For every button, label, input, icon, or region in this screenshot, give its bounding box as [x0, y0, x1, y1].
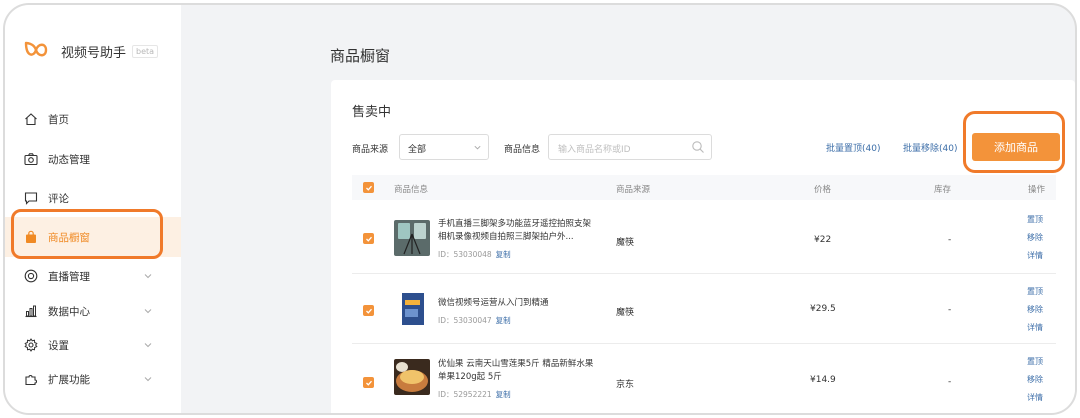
chevron-down-icon	[473, 143, 482, 152]
sidebar-item-label: 直播管理	[48, 270, 90, 283]
copy-id-link[interactable]: 复制	[496, 390, 511, 399]
sidebar-item-live[interactable]: 直播管理	[5, 256, 181, 296]
sidebar-item-label: 数据中心	[48, 305, 90, 318]
add-product-button[interactable]: 添加商品	[972, 133, 1060, 161]
pin-top-link[interactable]: 置顶	[1027, 353, 1043, 371]
sidebar-item-label: 首页	[48, 113, 69, 126]
comment-icon	[24, 191, 38, 205]
details-link[interactable]: 详情	[1027, 319, 1043, 337]
column-header-price: 价格	[814, 185, 832, 195]
sidebar-item-label: 设置	[48, 339, 69, 352]
sidebar-item-label: 扩展功能	[48, 373, 90, 386]
chevron-down-icon	[143, 340, 153, 350]
sidebar-item-comments[interactable]: 评论	[5, 178, 181, 218]
showcase-panel: 售卖中 商品来源 全部 商品信息 输入商品名称或ID 批量置顶(40) 批量移除…	[331, 80, 1075, 413]
select-all-checkbox[interactable]	[363, 182, 374, 193]
chevron-down-icon	[143, 374, 153, 384]
product-price: ¥14.9	[810, 375, 836, 385]
table-header: 商品信息 商品来源 价格 库存 操作	[352, 175, 1056, 200]
sidebar-item-label: 评论	[48, 192, 69, 205]
pin-top-link[interactable]: 置顶	[1027, 211, 1043, 229]
pin-top-link[interactable]: 置顶	[1027, 283, 1043, 301]
product-id: ID：53030047 复制	[438, 316, 511, 325]
search-icon[interactable]	[691, 140, 705, 154]
table-row: 手机直播三脚架多功能蓝牙遥控拍照支架相机录像视频自拍照三脚架拍户外... ID：…	[352, 202, 1056, 274]
batch-remove-link[interactable]: 批量移除(40)	[903, 141, 957, 154]
column-header-info: 商品信息	[394, 185, 429, 195]
product-thumbnail[interactable]	[394, 220, 430, 256]
logo-icon	[23, 39, 49, 64]
product-stock: -	[948, 305, 952, 315]
product-id: ID：52952221 复制	[438, 390, 511, 399]
sidebar-item-home[interactable]: 首页	[5, 99, 181, 139]
product-stock: -	[948, 235, 952, 245]
chevron-down-icon	[143, 271, 153, 281]
column-header-stock: 库存	[934, 185, 952, 195]
section-title: 售卖中	[352, 105, 392, 120]
table-row: 微信视频号运营从入门到精通 ID：53030047 复制 魔筷 ¥29.5 - 置…	[352, 274, 1056, 344]
product-source: 京东	[616, 380, 635, 390]
table-row: 优仙果 云南天山雪莲果5斤 精品新鲜水果单果120g起 5斤 ID：529522…	[352, 344, 1056, 413]
product-thumbnail[interactable]	[394, 359, 430, 395]
camera-icon	[24, 152, 38, 166]
search-input[interactable]: 输入商品名称或ID	[548, 134, 712, 160]
product-source: 魔筷	[616, 308, 635, 318]
app-name: 视频号助手	[61, 46, 127, 61]
copy-id-link[interactable]: 复制	[496, 250, 511, 259]
gear-icon	[24, 338, 38, 352]
product-name[interactable]: 手机直播三脚架多功能蓝牙遥控拍照支架相机录像视频自拍照三脚架拍户外...	[438, 218, 594, 244]
details-link[interactable]: 详情	[1027, 389, 1043, 407]
column-header-source: 商品来源	[616, 185, 651, 195]
app-logo[interactable]: 视频号助手 beta	[23, 39, 159, 64]
product-thumbnail[interactable]	[394, 291, 430, 327]
product-name[interactable]: 优仙果 云南天山雪莲果5斤 精品新鲜水果单果120g起 5斤	[438, 358, 594, 384]
copy-id-link[interactable]: 复制	[496, 316, 511, 325]
sidebar-item-label: 商品橱窗	[48, 231, 90, 244]
row-checkbox[interactable]	[363, 377, 374, 388]
search-placeholder: 输入商品名称或ID	[558, 145, 631, 155]
product-price: ¥22	[814, 235, 832, 245]
product-source: 魔筷	[616, 238, 635, 248]
sidebar-item-showcase[interactable]: 商品橱窗	[5, 217, 181, 257]
product-name[interactable]: 微信视频号运营从入门到精通	[438, 297, 594, 310]
remove-link[interactable]: 移除	[1027, 301, 1043, 319]
page-title: 商品橱窗	[330, 47, 391, 65]
batch-top-link[interactable]: 批量置顶(40)	[826, 141, 880, 154]
sidebar-item-label: 动态管理	[48, 153, 90, 166]
sidebar: 视频号助手 beta 首页 动态管理 评论 商品橱窗 直播管理 数据中心 设置 …	[5, 5, 181, 413]
source-filter-label: 商品来源	[352, 145, 389, 155]
shopping-bag-icon	[24, 230, 38, 244]
info-filter-label: 商品信息	[504, 145, 541, 155]
column-header-ops: 操作	[1028, 185, 1046, 195]
remove-link[interactable]: 移除	[1027, 371, 1043, 389]
details-link[interactable]: 详情	[1027, 247, 1043, 265]
live-icon	[24, 269, 38, 283]
sidebar-item-extensions[interactable]: 扩展功能	[5, 359, 181, 399]
product-id: ID：53030048 复制	[438, 250, 511, 259]
beta-badge: beta	[132, 45, 159, 58]
chart-icon	[24, 304, 38, 318]
product-price: ¥29.5	[810, 304, 836, 314]
extension-icon	[24, 372, 38, 386]
source-select[interactable]: 全部	[399, 134, 489, 160]
source-select-value: 全部	[408, 145, 427, 155]
product-stock: -	[948, 377, 952, 387]
sidebar-item-posts[interactable]: 动态管理	[5, 139, 181, 179]
row-checkbox[interactable]	[363, 233, 374, 244]
remove-link[interactable]: 移除	[1027, 229, 1043, 247]
app-window: 视频号助手 beta 首页 动态管理 评论 商品橱窗 直播管理 数据中心 设置 …	[3, 3, 1077, 415]
chevron-down-icon	[143, 306, 153, 316]
row-checkbox[interactable]	[363, 305, 374, 316]
home-icon	[24, 112, 38, 126]
